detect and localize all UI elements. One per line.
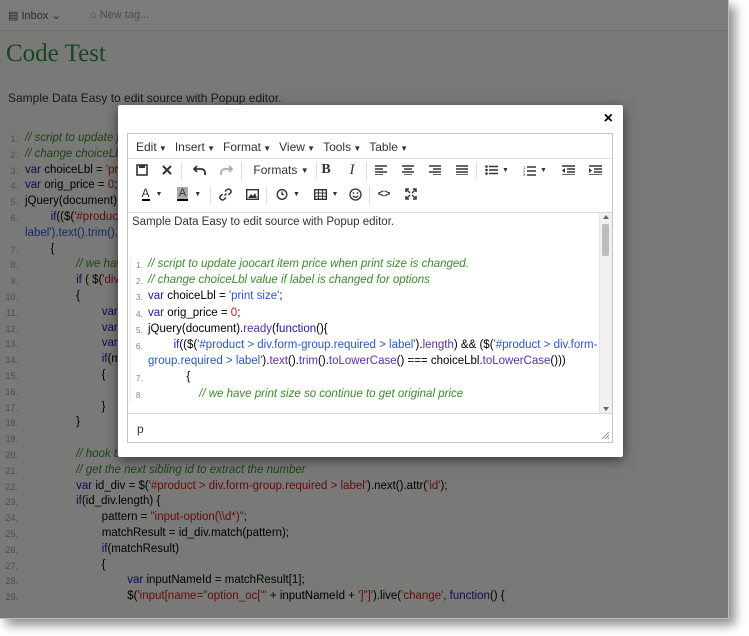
resize-handle-icon[interactable] <box>601 431 609 439</box>
formats-dropdown[interactable]: Formats ▼ <box>248 159 314 181</box>
menu-table[interactable]: Table ▼ <box>369 140 408 154</box>
editor-toolbar-row-2: A ▼ A ▼ ▼ ▼ <> <box>128 183 612 207</box>
element-path[interactable]: p <box>137 422 144 436</box>
text-color-icon[interactable]: A ▼ <box>137 183 167 205</box>
editor-content-area[interactable]: Sample Data Easy to edit source with Pop… <box>128 212 612 413</box>
editor-menubar: Edit ▼ Insert ▼ Format ▼ View ▼ Tools ▼ Table… <box>128 134 612 159</box>
indent-icon[interactable] <box>587 159 603 181</box>
popup-editor-dialog: × Edit ▼ Insert ▼ Format ▼ View ▼ Tools ▼ Tab… <box>118 105 623 457</box>
code-line: group.required > label').text().trim().t… <box>131 354 599 370</box>
chevron-down-icon: ▼ <box>300 165 309 175</box>
code-text: if(($('#product > div.form-group.require… <box>173 338 598 351</box>
rich-text-editor: Edit ▼ Insert ▼ Format ▼ View ▼ Tools ▼ Table… <box>127 133 613 443</box>
line-number: 7. <box>135 373 143 384</box>
chevron-down-icon: ▼ <box>540 166 547 174</box>
menu-edit[interactable]: Edit ▼ <box>136 140 167 154</box>
menu-label: Format <box>222 140 261 154</box>
bold-icon[interactable]: B <box>318 159 334 181</box>
cancel-icon[interactable] <box>159 159 175 181</box>
outdent-icon[interactable] <box>560 159 576 181</box>
menu-label: Tools <box>323 140 352 154</box>
menu-label: View <box>279 140 305 154</box>
close-button[interactable]: × <box>604 110 613 128</box>
chevron-down-icon: ▼ <box>156 144 167 153</box>
menu-insert[interactable]: Insert ▼ <box>175 140 215 154</box>
line-number: 4. <box>135 308 143 319</box>
chevron-down-icon: ▼ <box>502 166 509 174</box>
chevron-down-icon: ▼ <box>194 190 202 198</box>
link-icon[interactable] <box>217 183 233 205</box>
background-color-icon[interactable]: A ▼ <box>174 183 204 205</box>
redo-icon[interactable] <box>218 159 234 181</box>
code-text: // change choiceLbl value if label is ch… <box>148 274 430 287</box>
align-justify-icon[interactable] <box>454 159 470 181</box>
bullet-list-icon[interactable]: ▼ <box>482 159 512 181</box>
editor-scrollbar[interactable] <box>599 213 612 413</box>
align-left-icon[interactable] <box>373 159 389 181</box>
align-right-icon[interactable] <box>427 159 443 181</box>
chevron-down-icon: ▼ <box>331 190 339 198</box>
menu-view[interactable]: View ▼ <box>279 140 315 154</box>
formats-label: Formats <box>253 163 298 177</box>
align-center-icon[interactable] <box>400 159 416 181</box>
line-number: 8. <box>135 389 143 400</box>
menu-label: Table <box>369 140 398 154</box>
line-number: 3. <box>135 292 143 303</box>
chevron-down-icon: ▼ <box>351 144 362 153</box>
line-number: 2. <box>135 276 143 287</box>
svg-text:3: 3 <box>523 172 526 176</box>
scrollbar-thumb[interactable] <box>602 224 609 256</box>
table-icon[interactable]: ▼ <box>311 183 341 205</box>
fullscreen-icon[interactable] <box>403 183 419 205</box>
code-line: 6. if(($('#product > div.form-group.requ… <box>131 338 599 354</box>
code-line: 4. var orig_price = 0; <box>131 306 599 322</box>
source-code-icon[interactable]: <> <box>376 183 392 205</box>
scroll-down-icon[interactable] <box>603 407 609 411</box>
code-line: 1. // script to update joocart item price… <box>131 257 599 273</box>
code-line: 3. var choiceLbl = 'print size'; <box>131 289 599 305</box>
editor-code-block[interactable]: 1. // script to update joocart item price… <box>130 257 599 403</box>
chevron-down-icon: ▼ <box>397 144 409 153</box>
code-text: // script to update joocart item price w… <box>148 258 469 270</box>
save-icon[interactable] <box>134 159 150 181</box>
code-line: 2. // change choiceLbl value if label is … <box>131 273 599 289</box>
scroll-up-icon[interactable] <box>603 215 609 219</box>
line-number: 1. <box>135 260 143 270</box>
editor-toolbar-row-1: Formats ▼ B I ▼ 123 ▼ <box>128 159 612 183</box>
image-icon[interactable] <box>244 183 260 205</box>
chevron-down-icon: ▼ <box>204 144 215 153</box>
chevron-down-icon: ▼ <box>293 190 300 198</box>
chevron-down-icon: ▼ <box>304 144 316 153</box>
menu-label: Insert <box>174 140 205 154</box>
editor-statusbar: p <box>128 413 612 442</box>
undo-icon[interactable] <box>191 159 207 181</box>
menu-label: Edit <box>136 140 157 154</box>
menu-tools[interactable]: Tools ▼ <box>323 140 361 154</box>
numbered-list-icon[interactable]: 123 ▼ <box>520 159 550 181</box>
italic-icon[interactable]: I <box>344 159 360 181</box>
code-text: group.required > label').text().trim().t… <box>148 355 566 368</box>
chevron-down-icon: ▼ <box>155 190 163 198</box>
chevron-down-icon: ▼ <box>261 144 272 153</box>
line-number: 6. <box>135 340 143 351</box>
editor-intro-text[interactable]: Sample Data Easy to edit source with Pop… <box>132 216 394 228</box>
code-line: 7. { <box>131 370 599 386</box>
code-line: 5. jQuery(document).ready(function(){ <box>131 322 599 338</box>
code-text: { <box>148 371 191 384</box>
code-text: jQuery(document).ready(function(){ <box>148 322 328 335</box>
code-text: var orig_price = 0; <box>148 306 241 319</box>
emoticons-icon[interactable] <box>347 183 363 205</box>
code-line: 8. // we have print size so continue to … <box>131 387 599 403</box>
code-text: // we have print size so continue to get… <box>199 387 464 400</box>
code-text: var choiceLbl = 'print size'; <box>148 290 283 303</box>
menu-format[interactable]: Format ▼ <box>223 140 271 154</box>
line-number: 5. <box>135 324 143 335</box>
insert-time-icon[interactable]: ▼ <box>273 183 303 205</box>
